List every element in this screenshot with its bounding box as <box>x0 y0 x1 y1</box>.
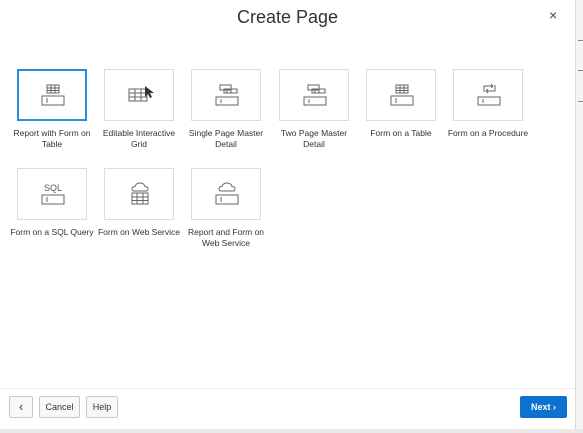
tile-label: Single Page Master Detail <box>188 128 264 149</box>
create-page-dialog: Create Page × Report with Form on Table … <box>0 0 575 429</box>
tile-single-page-master-detail[interactable] <box>191 69 261 121</box>
help-button[interactable]: Help <box>86 396 118 418</box>
tile-editable-interactive-grid[interactable] <box>104 69 174 121</box>
tile-form-on-a-sql-query[interactable]: SQL <box>17 168 87 220</box>
edge-tick <box>578 101 583 102</box>
report-form-web-service-icon <box>215 182 239 205</box>
two-page-master-detail-icon <box>303 84 327 106</box>
close-icon[interactable]: × <box>549 8 557 22</box>
tile-form-on-web-service[interactable] <box>104 168 174 220</box>
back-button[interactable]: ‹ <box>9 396 33 418</box>
footer-divider <box>0 388 575 389</box>
background-window-edge <box>575 0 583 433</box>
tile-label: Report and Form on Web Service <box>187 227 265 248</box>
interactive-grid-icon <box>128 86 154 102</box>
tile-form-on-a-procedure[interactable] <box>453 69 523 121</box>
single-master-detail-icon <box>215 84 239 106</box>
sql-icon-text: SQL <box>44 183 62 193</box>
cancel-button[interactable]: Cancel <box>39 396 80 418</box>
edge-tick <box>578 40 583 41</box>
tile-label: Editable Interactive Grid <box>102 128 176 149</box>
dialog-title: Create Page <box>236 7 339 27</box>
background-window-bottom <box>0 429 583 433</box>
next-button[interactable]: Next › <box>520 396 567 418</box>
form-table-icon <box>390 84 414 106</box>
tile-label: Form on Web Service <box>97 227 181 237</box>
tile-form-on-a-table[interactable] <box>366 69 436 121</box>
report-form-icon <box>41 84 65 106</box>
tile-label: Two Page Master Detail <box>280 128 348 149</box>
tile-report-and-form-on-web-service[interactable] <box>191 168 261 220</box>
tile-label: Form on a Procedure <box>447 128 529 138</box>
form-web-service-icon <box>131 182 149 205</box>
tile-label: Form on a SQL Query <box>10 227 94 237</box>
tile-label: Report with Form on Table <box>13 128 91 149</box>
tile-two-page-master-detail[interactable] <box>279 69 349 121</box>
form-procedure-icon <box>477 83 501 106</box>
tile-report-with-form-on-table[interactable] <box>17 69 87 121</box>
edge-tick <box>578 70 583 71</box>
form-sql-icon: SQL <box>41 183 65 205</box>
tile-label: Form on a Table <box>370 128 432 138</box>
